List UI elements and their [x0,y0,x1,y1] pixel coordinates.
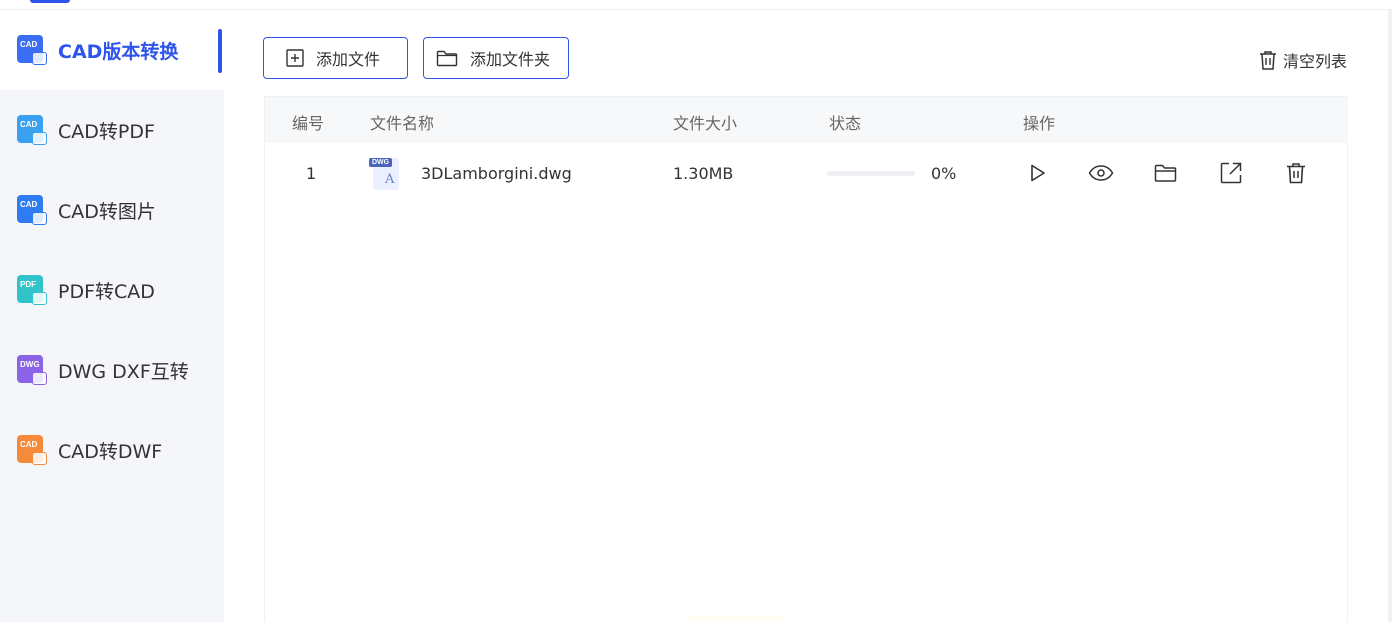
table-header: 编号 文件名称 文件大小 状态 操作 [265,97,1348,143]
sidebar-item-dwg-dxf[interactable]: DWG DWG DXF互转 [0,330,224,410]
table-row[interactable]: 1 DWG A 3DLamborgini.dwg 1.30MB 0% [265,143,1348,203]
file-size: 1.30MB [673,163,734,183]
main-panel: 添加文件 添加文件夹 清空列表 编号 文件名称 文件大小 状态 操作 1 DWG… [224,10,1392,622]
sidebar-item-cad-to-pdf[interactable]: CAD CAD转PDF [0,90,224,170]
progress-label: 0% [931,163,957,183]
header-name: 文件名称 [370,114,435,133]
dwg-dxf-icon: DWG [17,355,47,385]
sidebar-item-label: DWG DXF互转 [58,360,189,383]
add-file-button[interactable]: 添加文件 [263,37,408,79]
trash-icon [1287,163,1305,184]
header-size: 文件大小 [673,114,738,133]
window-edge [1388,10,1392,622]
sidebar: CAD CAD版本转换 CAD CAD转PDF CAD CAD转图片 PDF P… [0,10,224,622]
play-icon [1031,164,1045,182]
sidebar-item-cad-version[interactable]: CAD CAD版本转换 [0,10,224,90]
add-file-label: 添加文件 [316,50,381,69]
top-bar [0,0,1392,10]
cad-to-image-icon: CAD [17,195,47,225]
header-status: 状态 [829,114,862,133]
preview-button[interactable] [1087,159,1115,187]
row-name-cell: DWG A 3DLamborgini.dwg [369,143,572,203]
pdf-to-cad-icon: PDF [17,275,47,305]
sidebar-item-cad-to-image[interactable]: CAD CAD转图片 [0,170,224,250]
external-link-icon [1220,162,1242,184]
folder-open-icon [1154,164,1177,182]
app-window: CAD CAD版本转换 CAD CAD转PDF CAD CAD转图片 PDF P… [0,0,1392,622]
open-folder-button[interactable] [1152,159,1180,187]
eye-icon [1088,165,1114,181]
file-name: 3DLamborgini.dwg [421,163,572,183]
row-index: 1 [306,163,317,183]
cad-version-icon: CAD [17,35,47,65]
folder-icon [436,50,458,67]
cad-to-pdf-icon: CAD [17,115,47,145]
open-file-button[interactable] [1217,159,1245,187]
sidebar-item-label: CAD转图片 [58,200,156,223]
dwg-file-icon: DWG A [369,156,401,190]
trash-icon [1259,51,1276,70]
sidebar-item-pdf-to-cad[interactable]: PDF PDF转CAD [0,250,224,330]
file-table: 编号 文件名称 文件大小 状态 操作 1 DWG A 3DLamborgini.… [264,96,1348,622]
cad-to-dwf-icon: CAD [17,435,47,465]
sidebar-item-label: PDF转CAD [58,280,155,303]
plus-square-icon [286,49,304,67]
sidebar-item-label: CAD版本转换 [58,40,179,63]
header-actions: 操作 [1023,114,1056,133]
convert-button[interactable] [1024,159,1052,187]
header-index: 编号 [292,114,325,133]
status-cell: 0% [827,143,956,203]
delete-row-button[interactable] [1282,159,1310,187]
clear-list-button[interactable]: 清空列表 [1258,48,1347,72]
clear-list-label: 清空列表 [1282,52,1347,71]
sidebar-item-cad-to-dwf[interactable]: CAD CAD转DWF [0,410,224,490]
progress-bar [827,170,915,176]
sidebar-item-label: CAD转PDF [58,120,155,143]
faint-placeholder [688,615,784,622]
add-folder-label: 添加文件夹 [470,50,551,69]
logo-sliver [30,0,70,3]
add-folder-button[interactable]: 添加文件夹 [423,37,569,79]
sidebar-item-label: CAD转DWF [58,440,163,463]
